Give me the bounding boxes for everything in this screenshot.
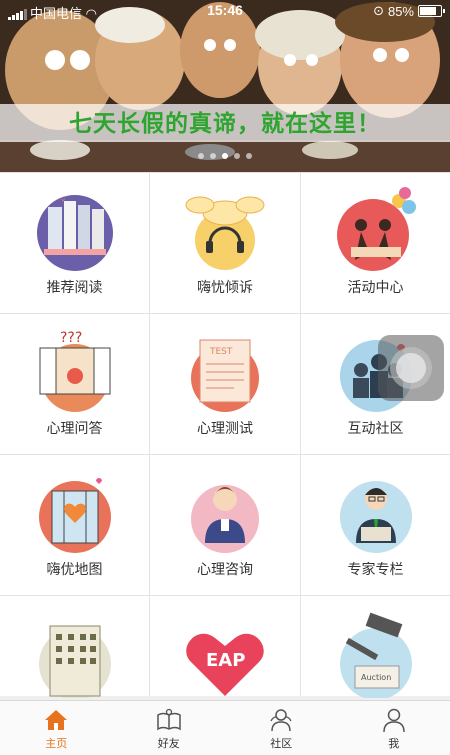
grid-item-expert-column[interactable]: 专家专栏 (301, 455, 450, 595)
grid-item-label: 活动中心 (301, 277, 450, 297)
grid-item-auction[interactable]: Auction (301, 596, 450, 696)
tab-bar: 主页 好友 社区 我 (0, 700, 450, 755)
building-icon (30, 608, 120, 698)
window-question-icon: ??? (30, 326, 120, 416)
auction-gavel-icon: Auction (331, 608, 421, 698)
grid-item-label: 心理咨询 (150, 559, 300, 579)
friends-book-icon (156, 707, 182, 733)
tab-label: 好友 (113, 735, 226, 751)
assistive-touch-button[interactable] (378, 335, 444, 401)
carousel-dot[interactable] (210, 153, 216, 159)
banner-carousel[interactable]: 七天长假的真谛，就在这里！ (0, 0, 450, 172)
eap-heart-icon: EAP (180, 608, 270, 698)
carousel-dot[interactable] (246, 153, 252, 159)
expert-icon (331, 467, 421, 557)
carousel-dot[interactable] (234, 153, 240, 159)
svg-text:EAP: EAP (206, 650, 245, 671)
grid-item-eap[interactable]: EAP (150, 596, 300, 696)
grid-item-label: 推荐阅读 (0, 277, 149, 297)
grid-item-label: 专家专栏 (301, 559, 450, 579)
carousel-dot[interactable] (198, 153, 204, 159)
feature-grid: 推荐阅读 嗨忧倾诉 活动中心 ??? (0, 172, 450, 696)
dancing-balloons-icon (331, 185, 421, 275)
tab-label: 主页 (0, 735, 113, 751)
tab-me[interactable]: 我 (338, 701, 450, 755)
status-bar: 中国电信 ◠ 15:46 ⊙ 85% (0, 0, 450, 22)
rotation-lock-icon: ⊙ (373, 3, 384, 19)
headset-chat-icon (180, 185, 270, 275)
grid-item-label: 嗨忧倾诉 (150, 277, 300, 297)
svg-text:TEST: TEST (209, 347, 233, 357)
books-icon (30, 185, 120, 275)
home-icon (43, 707, 69, 733)
carousel-dot[interactable] (222, 153, 228, 159)
test-paper-icon: TEST (180, 326, 270, 416)
tab-label: 我 (338, 735, 450, 751)
community-icon (268, 707, 294, 733)
grid-item-psych-qa[interactable]: ??? 心理问答 (0, 314, 149, 454)
grid-item-counseling[interactable]: 心理咨询 (150, 455, 300, 595)
tab-friends[interactable]: 好友 (113, 701, 226, 755)
grid-item-map[interactable]: 嗨优地图 (0, 455, 149, 595)
grid-item-psych-test[interactable]: TEST 心理测试 (150, 314, 300, 454)
grid-item-label: 心理问答 (0, 418, 149, 438)
tab-label: 社区 (225, 735, 338, 751)
counselor-icon (180, 467, 270, 557)
battery-indicator: ⊙ 85% (373, 3, 442, 19)
grid-item-recommended-reading[interactable]: 推荐阅读 (0, 173, 149, 313)
svg-text:???: ??? (60, 330, 82, 346)
grid-item-label: 嗨优地图 (0, 559, 149, 579)
battery-percent: 85% (388, 4, 414, 19)
svg-text:Auction: Auction (361, 673, 391, 682)
battery-icon (418, 5, 442, 17)
tab-home[interactable]: 主页 (0, 701, 113, 755)
grid-item-label: 互动社区 (301, 418, 450, 438)
tab-community[interactable]: 社区 (225, 701, 338, 755)
heart-door-map-icon (30, 467, 120, 557)
grid-item-confide[interactable]: 嗨忧倾诉 (150, 173, 300, 313)
carousel-dots (0, 146, 450, 164)
banner-caption: 七天长假的真谛，就在这里！ (0, 104, 450, 142)
grid-item-building[interactable] (0, 596, 149, 696)
grid-item-activity-center[interactable]: 活动中心 (301, 173, 450, 313)
person-icon (381, 707, 407, 733)
grid-item-label: 心理测试 (150, 418, 300, 438)
